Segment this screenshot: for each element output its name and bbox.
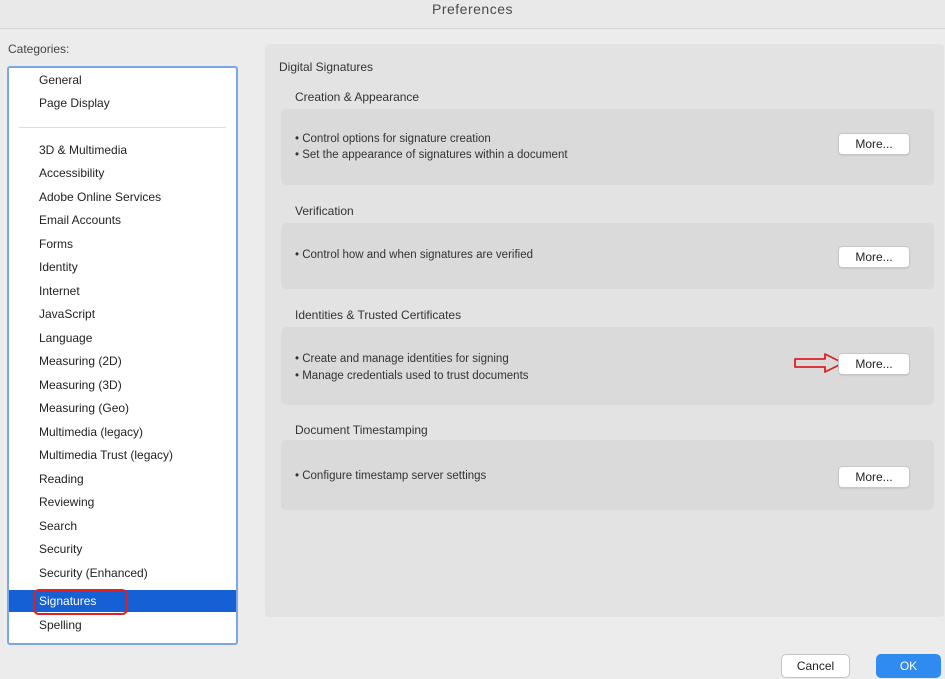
category-measuring-2d[interactable]: Measuring (2D) — [9, 350, 236, 372]
section-line: • Configure timestamp server settings — [295, 470, 487, 482]
identities-more-button[interactable]: More... — [838, 353, 910, 375]
section-line: • Control how and when signatures are ve… — [295, 249, 533, 261]
category-language[interactable]: Language — [9, 327, 236, 349]
section-title-identities-trusted-certificates: Identities & Trusted Certificates — [295, 308, 462, 322]
category-adobe-online-services[interactable]: Adobe Online Services — [9, 186, 236, 208]
section-title-document-timestamping: Document Timestamping — [295, 423, 428, 437]
timestamping-more-button[interactable]: More... — [838, 466, 910, 488]
preferences-content-panel: Digital Signatures Creation & Appearance… — [265, 44, 944, 617]
section-line: • Set the appearance of signatures withi… — [295, 149, 568, 161]
category-javascript[interactable]: JavaScript — [9, 303, 236, 325]
category-partial-next[interactable]: … — [9, 638, 236, 643]
signatures-highlight-annotation — [33, 589, 128, 615]
category-general[interactable]: General — [9, 69, 236, 91]
section-title-verification: Verification — [295, 204, 354, 218]
section-line: • Control options for signature creation — [295, 133, 491, 145]
creation-appearance-more-button[interactable]: More... — [838, 133, 910, 155]
section-document-timestamping: • Configure timestamp server settings Mo… — [281, 440, 934, 510]
category-measuring-3d[interactable]: Measuring (3D) — [9, 374, 236, 396]
category-security-enhanced[interactable]: Security (Enhanced) — [9, 562, 236, 584]
verification-more-button[interactable]: More... — [838, 246, 910, 268]
page-title: Digital Signatures — [279, 60, 374, 74]
category-spelling[interactable]: Spelling — [9, 614, 236, 636]
category-search[interactable]: Search — [9, 515, 236, 537]
category-reviewing[interactable]: Reviewing — [9, 491, 236, 513]
category-multimedia-trust-legacy[interactable]: Multimedia Trust (legacy) — [9, 444, 236, 466]
category-measuring-geo[interactable]: Measuring (Geo) — [9, 397, 236, 419]
section-title-creation-appearance: Creation & Appearance — [295, 90, 420, 104]
category-email-accounts[interactable]: Email Accounts — [9, 209, 236, 231]
category-accessibility[interactable]: Accessibility — [9, 162, 236, 184]
categories-label: Categories: — [8, 42, 70, 56]
ok-button[interactable]: OK — [876, 654, 941, 678]
section-identities-trusted-certificates: • Create and manage identities for signi… — [281, 327, 934, 405]
category-security[interactable]: Security — [9, 538, 236, 560]
section-line: • Manage credentials used to trust docum… — [295, 370, 529, 382]
category-reading[interactable]: Reading — [9, 468, 236, 490]
category-multimedia-legacy[interactable]: Multimedia (legacy) — [9, 421, 236, 443]
category-separator — [19, 127, 226, 128]
category-3d-multimedia[interactable]: 3D & Multimedia — [9, 139, 236, 161]
section-verification: • Control how and when signatures are ve… — [281, 223, 934, 289]
section-creation-appearance: • Control options for signature creation… — [281, 109, 934, 185]
category-identity[interactable]: Identity — [9, 256, 236, 278]
category-internet[interactable]: Internet — [9, 280, 236, 302]
category-forms[interactable]: Forms — [9, 233, 236, 255]
window-title: Preferences — [0, 0, 945, 29]
section-line: • Create and manage identities for signi… — [295, 353, 509, 365]
categories-list[interactable]: General Page Display 3D & Multimedia Acc… — [7, 66, 238, 645]
category-page-display[interactable]: Page Display — [9, 92, 236, 114]
cancel-button[interactable]: Cancel — [781, 654, 850, 678]
